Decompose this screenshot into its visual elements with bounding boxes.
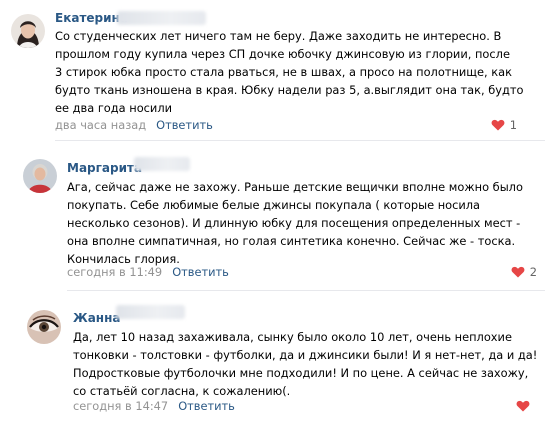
avatar[interactable] bbox=[23, 159, 57, 193]
author-surname-blurred bbox=[134, 157, 190, 171]
comment: Маргарита Ага, сейчас даже не захожу. Ра… bbox=[0, 141, 552, 291]
comment-date[interactable]: два часа назад bbox=[55, 118, 146, 132]
comment-text: Да, лет 10 назад захаживала, сынку было … bbox=[73, 330, 538, 398]
comment-meta: сегодня в 14:47 Ответить bbox=[73, 398, 235, 414]
reply-button[interactable]: Ответить bbox=[172, 265, 229, 279]
like-button[interactable]: 2 bbox=[511, 265, 537, 279]
heart-icon bbox=[516, 400, 530, 412]
comment-author[interactable]: Жанна bbox=[73, 310, 120, 326]
avatar[interactable] bbox=[11, 14, 45, 48]
woman-avatar-dark-hair-icon bbox=[11, 14, 45, 48]
heart-icon bbox=[491, 119, 505, 131]
reply-button[interactable]: Ответить bbox=[178, 399, 235, 413]
author-surname-blurred bbox=[117, 11, 206, 25]
comment-date[interactable]: сегодня в 11:49 bbox=[67, 265, 162, 279]
comment-text: Со студенческих лет ничего там не беру. … bbox=[55, 29, 524, 115]
heart-icon bbox=[511, 266, 525, 278]
comment: Жанна Да, лет 10 назад захаживала, сынку… bbox=[0, 291, 552, 432]
reply-button[interactable]: Ответить bbox=[156, 118, 213, 132]
like-button[interactable]: 1 bbox=[491, 118, 517, 132]
like-count: 1 bbox=[509, 118, 517, 132]
comment-meta: два часа назад Ответить bbox=[55, 117, 213, 133]
woman-avatar-red-top-icon bbox=[23, 159, 57, 193]
comment-meta: сегодня в 11:49 Ответить bbox=[67, 264, 229, 280]
comment: Екатерина Со студенческих лет ничего там… bbox=[0, 0, 552, 140]
like-count: 2 bbox=[529, 265, 537, 279]
comment-author[interactable]: Маргарита bbox=[67, 160, 142, 176]
comment-date[interactable]: сегодня в 14:47 bbox=[73, 399, 168, 413]
author-surname-blurred bbox=[116, 305, 185, 319]
eye-closeup-avatar-icon bbox=[27, 310, 61, 344]
like-button[interactable] bbox=[516, 400, 535, 412]
avatar[interactable] bbox=[27, 310, 61, 344]
comment-text: Ага, сейчас даже не захожу. Раньше детск… bbox=[67, 180, 523, 266]
